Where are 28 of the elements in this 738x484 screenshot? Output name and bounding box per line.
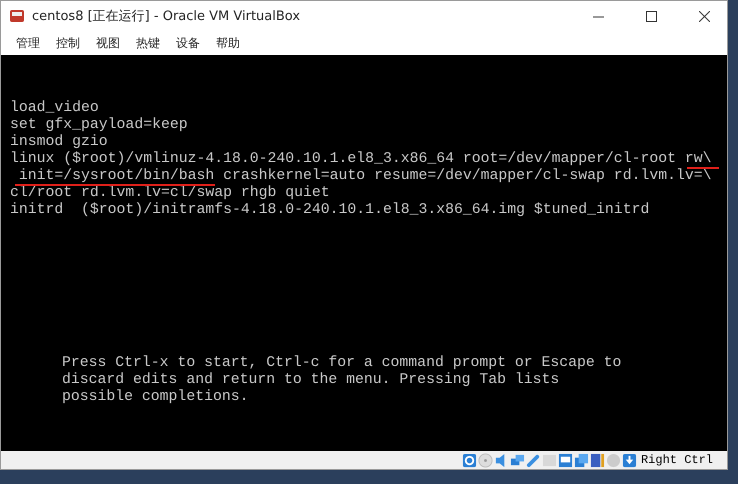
menu-item[interactable]: 设备 — [169, 32, 207, 54]
app-logo-icon — [9, 8, 25, 24]
menu-item[interactable]: 控制 — [49, 32, 87, 54]
disk-icon[interactable] — [462, 452, 477, 468]
terminal-line: load_video — [10, 101, 99, 116]
menu-item[interactable]: 管理 — [9, 32, 47, 54]
terminal-line: insmod gzio — [10, 135, 108, 150]
terminal-line: linux ($root)/vmlinuz-4.18.0-240.10.1.el8_3.x86_64 root=/dev/mapper/cl-root rw\ — [10, 152, 712, 167]
help-text: possible completions. — [62, 390, 248, 405]
usb-icon[interactable] — [526, 452, 541, 468]
window-title: centos8 [正在运行] - Oracle VM VirtualBox — [32, 8, 302, 25]
terminal-line: initrd ($root)/initramfs-4.18.0-240.10.1.el8_3.x86_64.img $tuned_initrd — [10, 203, 650, 218]
menu-item[interactable]: 视图 — [89, 32, 127, 54]
underline-mark — [687, 167, 719, 169]
close-icon — [698, 10, 710, 22]
display-icon[interactable] — [558, 452, 573, 468]
maximize-icon — [646, 10, 656, 22]
optical-disc-icon[interactable] — [478, 452, 493, 468]
network-icon[interactable] — [510, 452, 525, 468]
terminal-line: set gfx_payload=keep — [10, 118, 188, 133]
terminal-line: cl/root rd.lvm.lv=cl/swap rhgb quiet — [10, 186, 330, 201]
help-text: discard edits and return to the menu. Pressing Tab lists — [62, 373, 560, 388]
host-key-label: Right Ctrl — [640, 453, 713, 467]
windows-icon[interactable] — [574, 452, 589, 468]
terminal-line: init=/sysroot/bin/bash crashkernel=auto resume=/dev/mapper/cl-swap rd.lvm.lv=\ — [18, 169, 712, 184]
help-text: Press Ctrl-x to start, Ctrl-c for a command prompt or Escape to — [62, 356, 622, 371]
menu-item[interactable]: 帮助 — [209, 32, 247, 54]
menu-item[interactable]: 热键 — [129, 32, 167, 54]
